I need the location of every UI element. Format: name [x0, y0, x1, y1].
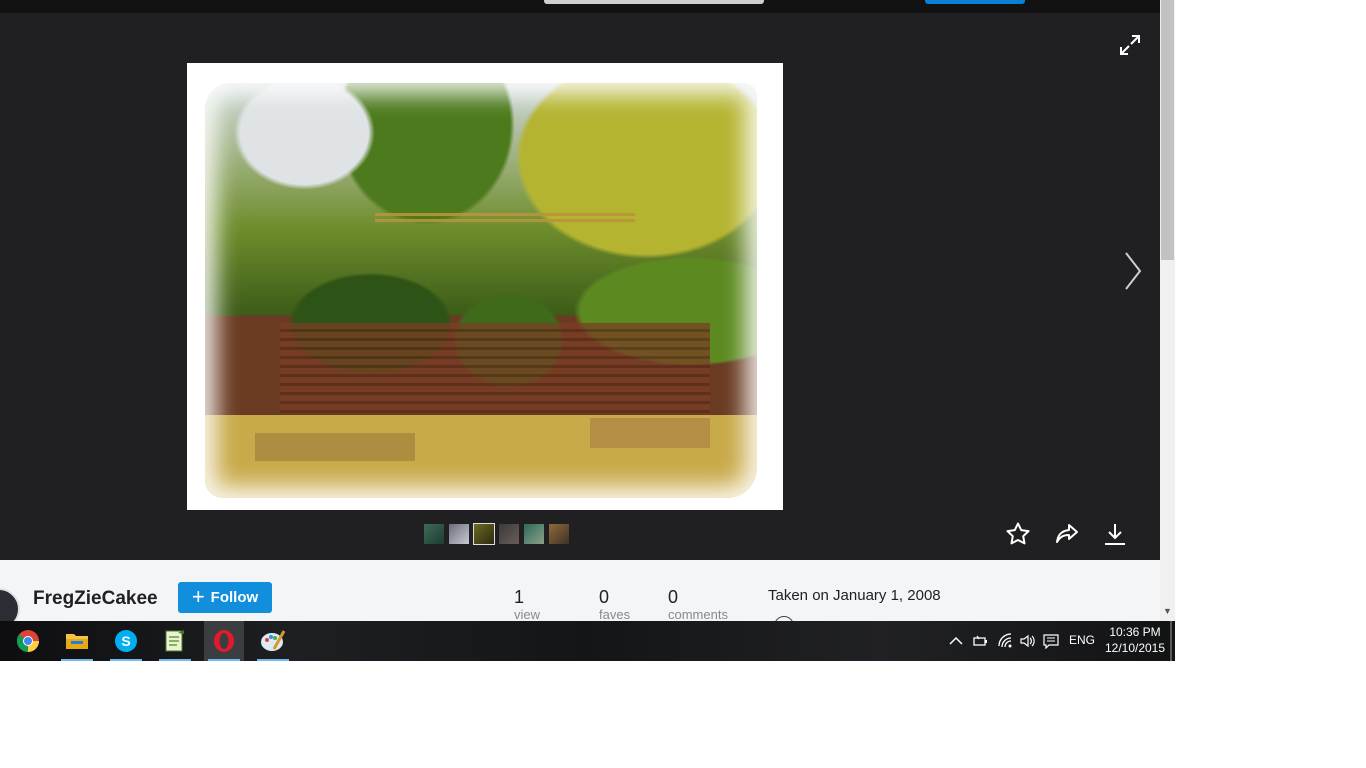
thumbnail[interactable] [524, 524, 544, 544]
share-icon[interactable] [1054, 521, 1080, 547]
skype-icon: S [115, 630, 137, 652]
page-scrollbar[interactable]: ▼ [1160, 0, 1175, 621]
wifi-icon[interactable] [997, 633, 1013, 649]
opera-icon [214, 630, 234, 652]
show-hidden-icons-chevron-icon[interactable] [948, 633, 964, 649]
clock-time[interactable]: 10:36 PM [1098, 625, 1172, 639]
action-center-icon[interactable] [1043, 633, 1059, 649]
username-link[interactable]: FregZieCakee [33, 588, 158, 610]
photo-trellis [375, 213, 635, 225]
browser-viewport: FregZieCakee + Follow 1 view 0 faves 0 c… [0, 0, 1175, 661]
views-label: view [514, 607, 541, 621]
battery-power-icon[interactable] [972, 633, 988, 649]
follow-button[interactable]: + Follow [178, 582, 272, 613]
scrollbar-thumb[interactable] [1161, 0, 1174, 260]
faves-count: 0 [599, 587, 610, 607]
taskbar-skype[interactable]: S [106, 621, 146, 661]
scroll-down-arrow-icon[interactable]: ▼ [1163, 606, 1172, 616]
avatar[interactable] [0, 588, 20, 621]
svg-text:S: S [121, 633, 130, 649]
download-icon[interactable] [1102, 521, 1128, 547]
photostream-thumbnails [424, 523, 569, 545]
taskbar-file-explorer[interactable] [57, 621, 97, 661]
windows-taskbar: S ENG 10:36 PM 12/10/2015 [0, 621, 1175, 661]
volume-icon[interactable] [1019, 633, 1035, 649]
photo-fence [280, 323, 710, 413]
favorite-star-icon[interactable] [1005, 521, 1031, 547]
faves-label: faves [599, 607, 631, 621]
chrome-icon [16, 630, 39, 652]
thumbnail[interactable] [473, 523, 495, 545]
thumbnail[interactable] [449, 524, 469, 544]
views-count: 1 [514, 587, 525, 607]
paint-icon [261, 630, 286, 651]
plus-icon: + [191, 583, 205, 609]
photo-planter [590, 418, 710, 448]
faves-stat[interactable]: 0 faves [599, 587, 630, 621]
photo-info-section: FregZieCakee + Follow 1 view 0 faves 0 c… [0, 560, 1160, 621]
input-language[interactable]: ENG [1069, 633, 1095, 647]
taken-date: Taken on January 1, 2008 [768, 587, 941, 604]
notepad-icon [165, 630, 184, 652]
taskbar-chrome[interactable] [8, 621, 48, 661]
taskbar-paint[interactable] [253, 621, 293, 661]
clock-date[interactable]: 12/10/2015 [1098, 641, 1172, 655]
comments-stat[interactable]: 0 comments [668, 587, 728, 621]
thumbnail[interactable] [549, 524, 569, 544]
photo-planter [255, 433, 415, 461]
photo-viewer [0, 13, 1160, 560]
taskbar-notepad[interactable] [155, 621, 195, 661]
garden-photo-content [205, 83, 757, 498]
follow-label: Follow [210, 589, 259, 606]
search-input[interactable] [544, 0, 764, 4]
thumbnail[interactable] [424, 524, 444, 544]
views-stat: 1 view [514, 587, 540, 621]
comments-label: comments [668, 607, 728, 621]
taskbar-opera[interactable] [204, 621, 244, 661]
thumbnail[interactable] [499, 524, 519, 544]
show-desktop-button[interactable] [1170, 621, 1172, 661]
file-explorer-icon [66, 634, 88, 649]
comments-count: 0 [668, 587, 679, 607]
next-photo-arrow-icon[interactable] [1122, 251, 1144, 291]
fullscreen-icon[interactable] [1118, 33, 1142, 57]
upload-button[interactable] [925, 0, 1025, 4]
top-navigation-bar [0, 0, 1160, 13]
main-photo[interactable] [187, 63, 783, 510]
